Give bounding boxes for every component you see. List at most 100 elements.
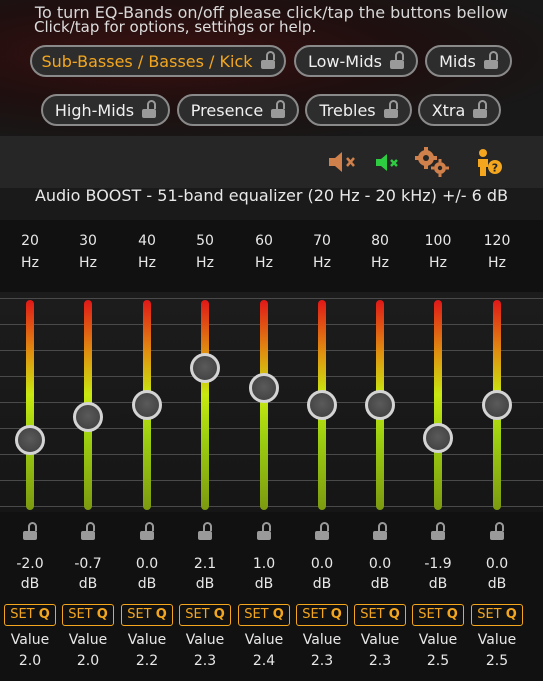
gears-icon[interactable] [412,146,452,178]
band-frequency-label: 80 Hz [360,230,400,274]
slider-track[interactable] [434,300,442,510]
grid-line [0,350,543,351]
gain-unit: dB [254,576,274,592]
q-value-label: Value [302,632,342,648]
frequency-unit: Hz [371,255,389,271]
frequency-unit: Hz [138,255,156,271]
band-frequency-label: 60 Hz [244,230,284,274]
gain-unit: dB [312,576,332,592]
slider-track[interactable] [260,300,268,510]
frequency-value: 120 [483,233,511,249]
set-q-letter: Q [330,607,342,622]
q-value-label: Value [68,632,108,648]
band-toggle-button[interactable]: Presence [177,94,299,126]
band-frequency-label: 40 Hz [127,230,167,274]
options-bar[interactable] [0,136,543,188]
slider-knob[interactable] [132,390,162,420]
gain-unit: dB [20,576,40,592]
gain-value: 2.1 dB [182,554,228,594]
set-q-button[interactable]: SET Q [296,604,348,626]
band-toggle-button[interactable]: Xtra [418,94,501,126]
frequency-unit: Hz [79,255,97,271]
options-text[interactable]: Click/tap for options, settings or help. [34,18,316,36]
set-q-letter: Q [446,607,458,622]
gain-value: 0.0 dB [357,554,403,594]
grid-line [0,324,543,325]
q-value-number: 2.0 [18,653,42,669]
page-title: Audio BOOST - 51-band equalizer (20 Hz -… [34,186,509,205]
slider-knob[interactable] [249,372,279,403]
q-value-label: Value [360,632,400,648]
q-value-number: 2.4 [252,653,276,669]
set-q-button[interactable]: SET Q [354,604,406,626]
gain-value: -0.7 dB [65,554,111,594]
set-q-button[interactable]: SET Q [238,604,290,626]
gain-number: 0.0 [485,556,509,572]
q-value: Value 2.5 [410,630,466,672]
gain-number: -2.0 [16,556,44,572]
gain-value: 0.0 dB [124,554,170,594]
grid-line [0,506,543,507]
unlock-icon[interactable] [198,522,212,540]
band-toggle-button[interactable]: Low-Mids [294,45,418,77]
q-value-number: 2.3 [193,653,217,669]
unlock-icon [473,100,488,118]
unlock-icon[interactable] [373,522,387,540]
set-q-letter: Q [213,607,225,622]
frequency-unit: Hz [196,255,214,271]
unlock-icon[interactable] [490,522,504,540]
slider-knob[interactable] [15,425,45,455]
frequency-value: 80 [371,233,389,249]
gain-unit: dB [428,576,448,592]
set-q-button[interactable]: SET Q [179,604,231,626]
speaker-mute-icon[interactable] [326,150,358,174]
band-frequency-label: 100 Hz [418,230,458,274]
band-toggle-button[interactable]: High-Mids [41,94,170,126]
svg-text:?: ? [492,162,498,175]
q-value-label: Value [127,632,167,648]
q-value-number: 2.2 [135,653,159,669]
band-toggle-button[interactable]: Mids [425,45,512,77]
set-q-letter: Q [38,607,50,622]
q-value: Value 2.0 [2,630,58,672]
unlock-icon[interactable] [23,522,37,540]
unlock-icon[interactable] [431,522,445,540]
set-q-letter: Q [388,607,400,622]
slider-knob[interactable] [307,390,337,420]
band-toggle-button[interactable]: Sub-Basses / Basses / Kick [30,45,286,77]
frequency-unit: Hz [429,255,447,271]
unlock-icon[interactable] [140,522,154,540]
gain-unit: dB [195,576,215,592]
set-q-letter: Q [155,607,167,622]
q-value-number: 2.5 [426,653,450,669]
speaker-muted-green-icon[interactable] [374,152,402,174]
band-toggle-button[interactable]: Trebles [305,94,412,126]
set-q-text: SET [127,607,156,622]
unlock-icon[interactable] [257,522,271,540]
unlock-icon[interactable] [81,522,95,540]
set-q-button[interactable]: SET Q [121,604,173,626]
set-q-button[interactable]: SET Q [4,604,56,626]
band-toggle-label: Low-Mids [307,51,383,71]
set-q-letter: Q [272,607,284,622]
slider-track[interactable] [26,300,34,510]
set-q-text: SET [418,607,447,622]
slider-knob[interactable] [365,390,395,420]
set-q-button[interactable]: SET Q [412,604,464,626]
band-frequency-label: 20 Hz [10,230,50,274]
unlock-icon [271,100,286,118]
slider-track[interactable] [201,300,209,510]
set-q-text: SET [185,607,214,622]
gain-value: -2.0 dB [7,554,53,594]
set-q-button[interactable]: SET Q [471,604,523,626]
unlock-icon [390,51,405,69]
band-frequency-label: 70 Hz [302,230,342,274]
set-q-button[interactable]: SET Q [62,604,114,626]
grid-line [0,480,543,481]
band-toggle-label: High-Mids [54,100,135,120]
slider-knob[interactable] [482,390,512,420]
unlock-icon[interactable] [315,522,329,540]
band-toggle-label: Trebles [319,100,376,120]
help-person-icon[interactable]: ? [474,148,504,178]
gain-value: 0.0 dB [474,554,520,594]
